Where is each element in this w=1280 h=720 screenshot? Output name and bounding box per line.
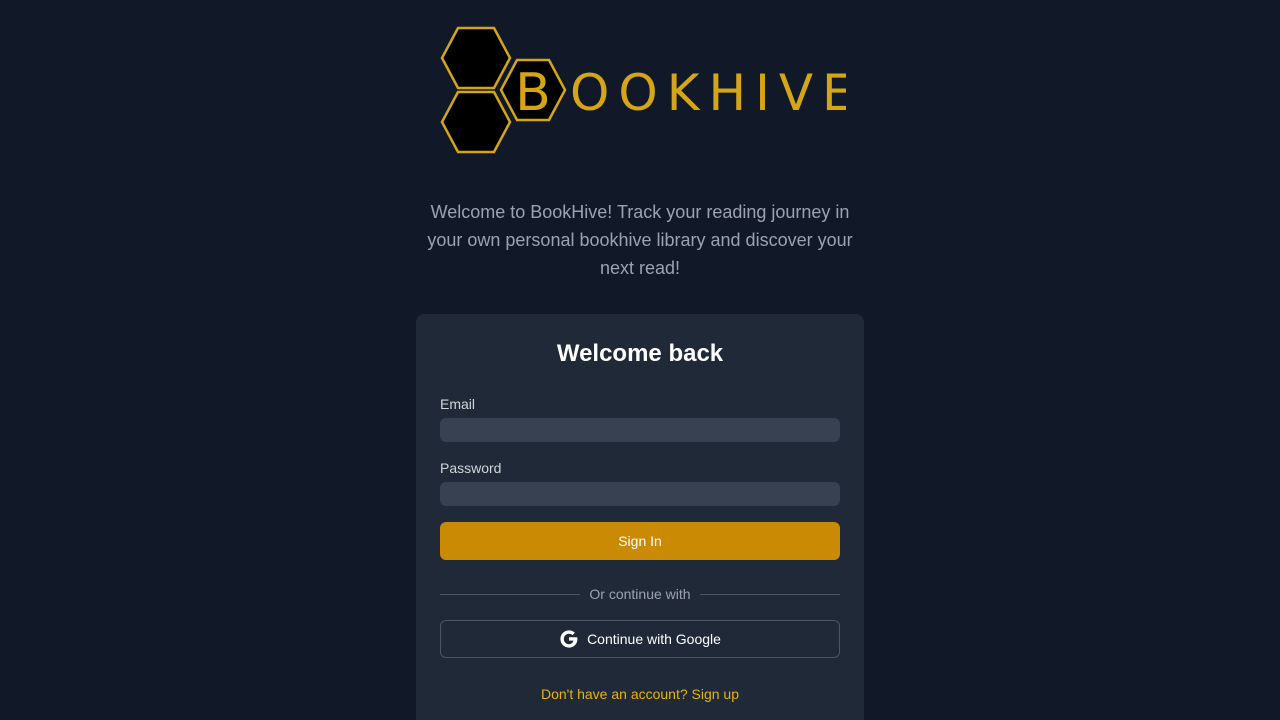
sign-in-button[interactable]: Sign In [440, 522, 840, 560]
logo-letter: B [515, 63, 551, 123]
welcome-tagline: Welcome to BookHive! Track your reading … [427, 202, 853, 278]
hexagon-logo-icon: B OOKHIVE [440, 26, 846, 154]
bookhive-logo: B OOKHIVE [436, 24, 846, 158]
or-divider: Or continue with [440, 584, 840, 604]
logo-wordmark: OOKHIVE [570, 64, 846, 122]
login-card: Welcome back Email Password Sign In Or c… [416, 314, 864, 720]
card-title: Welcome back [556, 340, 724, 367]
divider-line-right [700, 594, 840, 595]
google-sign-in-button[interactable]: Continue with Google [440, 620, 840, 658]
password-field[interactable] [440, 482, 840, 506]
email-label: Email [440, 396, 476, 412]
google-icon [559, 629, 579, 649]
email-field[interactable] [440, 418, 840, 442]
login-page: B OOKHIVE Welcome to BookHive! Track you… [0, 0, 1280, 720]
password-label: Password [440, 460, 502, 476]
sign-up-link[interactable]: Don't have an account? Sign up [416, 686, 864, 702]
google-button-label: Continue with Google [587, 631, 721, 647]
